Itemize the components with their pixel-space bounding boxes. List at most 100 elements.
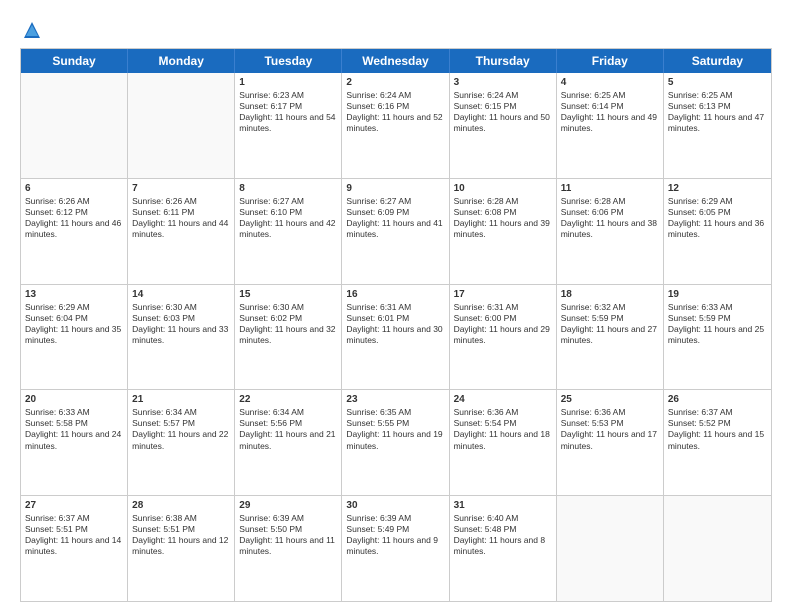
day-info: Daylight: 11 hours and 35 minutes. — [25, 324, 123, 346]
cal-cell: 21Sunrise: 6:34 AMSunset: 5:57 PMDayligh… — [128, 390, 235, 495]
cal-cell: 27Sunrise: 6:37 AMSunset: 5:51 PMDayligh… — [21, 496, 128, 601]
day-info: Sunrise: 6:34 AM — [239, 407, 337, 418]
day-info: Sunrise: 6:25 AM — [668, 90, 767, 101]
day-number: 17 — [454, 288, 552, 301]
day-info: Sunrise: 6:37 AM — [25, 513, 123, 524]
day-info: Daylight: 11 hours and 8 minutes. — [454, 535, 552, 557]
day-info: Sunrise: 6:27 AM — [239, 196, 337, 207]
day-info: Sunrise: 6:33 AM — [25, 407, 123, 418]
day-info: Sunset: 5:48 PM — [454, 524, 552, 535]
day-info: Daylight: 11 hours and 33 minutes. — [132, 324, 230, 346]
cal-cell — [557, 496, 664, 601]
day-info: Daylight: 11 hours and 22 minutes. — [132, 429, 230, 451]
day-number: 31 — [454, 499, 552, 512]
day-number: 22 — [239, 393, 337, 406]
day-info: Sunset: 6:01 PM — [346, 313, 444, 324]
day-info: Sunset: 6:00 PM — [454, 313, 552, 324]
cal-cell: 26Sunrise: 6:37 AMSunset: 5:52 PMDayligh… — [664, 390, 771, 495]
day-info: Daylight: 11 hours and 17 minutes. — [561, 429, 659, 451]
day-number: 4 — [561, 76, 659, 89]
header-day-friday: Friday — [557, 49, 664, 73]
day-info: Sunrise: 6:26 AM — [25, 196, 123, 207]
cal-cell: 14Sunrise: 6:30 AMSunset: 6:03 PMDayligh… — [128, 285, 235, 390]
cal-cell: 6Sunrise: 6:26 AMSunset: 6:12 PMDaylight… — [21, 179, 128, 284]
day-info: Sunset: 6:11 PM — [132, 207, 230, 218]
day-info: Sunset: 6:04 PM — [25, 313, 123, 324]
day-info: Sunset: 5:57 PM — [132, 418, 230, 429]
day-number: 24 — [454, 393, 552, 406]
day-info: Sunrise: 6:24 AM — [346, 90, 444, 101]
day-info: Sunrise: 6:36 AM — [454, 407, 552, 418]
cal-cell: 30Sunrise: 6:39 AMSunset: 5:49 PMDayligh… — [342, 496, 449, 601]
calendar-body: 1Sunrise: 6:23 AMSunset: 6:17 PMDaylight… — [21, 73, 771, 601]
day-number: 25 — [561, 393, 659, 406]
header-day-saturday: Saturday — [664, 49, 771, 73]
day-info: Sunrise: 6:37 AM — [668, 407, 767, 418]
day-number: 29 — [239, 499, 337, 512]
day-info: Daylight: 11 hours and 24 minutes. — [25, 429, 123, 451]
day-number: 11 — [561, 182, 659, 195]
day-info: Sunset: 5:56 PM — [239, 418, 337, 429]
header-day-sunday: Sunday — [21, 49, 128, 73]
day-number: 26 — [668, 393, 767, 406]
header-day-monday: Monday — [128, 49, 235, 73]
day-info: Daylight: 11 hours and 44 minutes. — [132, 218, 230, 240]
day-info: Daylight: 11 hours and 39 minutes. — [454, 218, 552, 240]
day-info: Sunrise: 6:30 AM — [132, 302, 230, 313]
day-info: Sunset: 6:12 PM — [25, 207, 123, 218]
day-info: Sunrise: 6:29 AM — [668, 196, 767, 207]
cal-cell: 1Sunrise: 6:23 AMSunset: 6:17 PMDaylight… — [235, 73, 342, 178]
cal-cell: 7Sunrise: 6:26 AMSunset: 6:11 PMDaylight… — [128, 179, 235, 284]
day-info: Daylight: 11 hours and 52 minutes. — [346, 112, 444, 134]
day-info: Daylight: 11 hours and 19 minutes. — [346, 429, 444, 451]
day-number: 8 — [239, 182, 337, 195]
cal-cell: 2Sunrise: 6:24 AMSunset: 6:16 PMDaylight… — [342, 73, 449, 178]
day-info: Sunrise: 6:32 AM — [561, 302, 659, 313]
day-info: Daylight: 11 hours and 12 minutes. — [132, 535, 230, 557]
day-info: Sunset: 6:14 PM — [561, 101, 659, 112]
cal-cell: 4Sunrise: 6:25 AMSunset: 6:14 PMDaylight… — [557, 73, 664, 178]
cal-cell: 8Sunrise: 6:27 AMSunset: 6:10 PMDaylight… — [235, 179, 342, 284]
day-number: 1 — [239, 76, 337, 89]
cal-cell: 20Sunrise: 6:33 AMSunset: 5:58 PMDayligh… — [21, 390, 128, 495]
cal-week-1: 1Sunrise: 6:23 AMSunset: 6:17 PMDaylight… — [21, 73, 771, 179]
day-info: Sunset: 5:51 PM — [132, 524, 230, 535]
cal-cell: 3Sunrise: 6:24 AMSunset: 6:15 PMDaylight… — [450, 73, 557, 178]
day-number: 12 — [668, 182, 767, 195]
cal-cell — [664, 496, 771, 601]
cal-cell — [21, 73, 128, 178]
day-info: Sunrise: 6:33 AM — [668, 302, 767, 313]
day-number: 30 — [346, 499, 444, 512]
day-info: Sunset: 6:02 PM — [239, 313, 337, 324]
day-info: Daylight: 11 hours and 29 minutes. — [454, 324, 552, 346]
day-info: Sunrise: 6:38 AM — [132, 513, 230, 524]
day-info: Sunset: 6:16 PM — [346, 101, 444, 112]
day-number: 10 — [454, 182, 552, 195]
day-info: Sunset: 6:17 PM — [239, 101, 337, 112]
cal-cell: 29Sunrise: 6:39 AMSunset: 5:50 PMDayligh… — [235, 496, 342, 601]
day-info: Sunrise: 6:25 AM — [561, 90, 659, 101]
day-number: 14 — [132, 288, 230, 301]
day-info: Sunset: 6:05 PM — [668, 207, 767, 218]
day-info: Sunset: 6:13 PM — [668, 101, 767, 112]
cal-cell: 9Sunrise: 6:27 AMSunset: 6:09 PMDaylight… — [342, 179, 449, 284]
day-info: Sunrise: 6:35 AM — [346, 407, 444, 418]
day-info: Sunrise: 6:39 AM — [239, 513, 337, 524]
day-info: Sunrise: 6:39 AM — [346, 513, 444, 524]
day-info: Sunset: 5:53 PM — [561, 418, 659, 429]
cal-week-4: 20Sunrise: 6:33 AMSunset: 5:58 PMDayligh… — [21, 390, 771, 496]
day-info: Daylight: 11 hours and 14 minutes. — [25, 535, 123, 557]
cal-cell: 18Sunrise: 6:32 AMSunset: 5:59 PMDayligh… — [557, 285, 664, 390]
cal-week-5: 27Sunrise: 6:37 AMSunset: 5:51 PMDayligh… — [21, 496, 771, 601]
cal-cell: 11Sunrise: 6:28 AMSunset: 6:06 PMDayligh… — [557, 179, 664, 284]
calendar-header: SundayMondayTuesdayWednesdayThursdayFrid… — [21, 49, 771, 73]
day-info: Sunrise: 6:31 AM — [454, 302, 552, 313]
day-info: Sunrise: 6:34 AM — [132, 407, 230, 418]
day-info: Sunrise: 6:26 AM — [132, 196, 230, 207]
day-info: Sunset: 6:06 PM — [561, 207, 659, 218]
cal-cell — [128, 73, 235, 178]
day-info: Sunrise: 6:27 AM — [346, 196, 444, 207]
day-info: Sunset: 5:49 PM — [346, 524, 444, 535]
day-info: Sunset: 6:09 PM — [346, 207, 444, 218]
cal-cell: 28Sunrise: 6:38 AMSunset: 5:51 PMDayligh… — [128, 496, 235, 601]
